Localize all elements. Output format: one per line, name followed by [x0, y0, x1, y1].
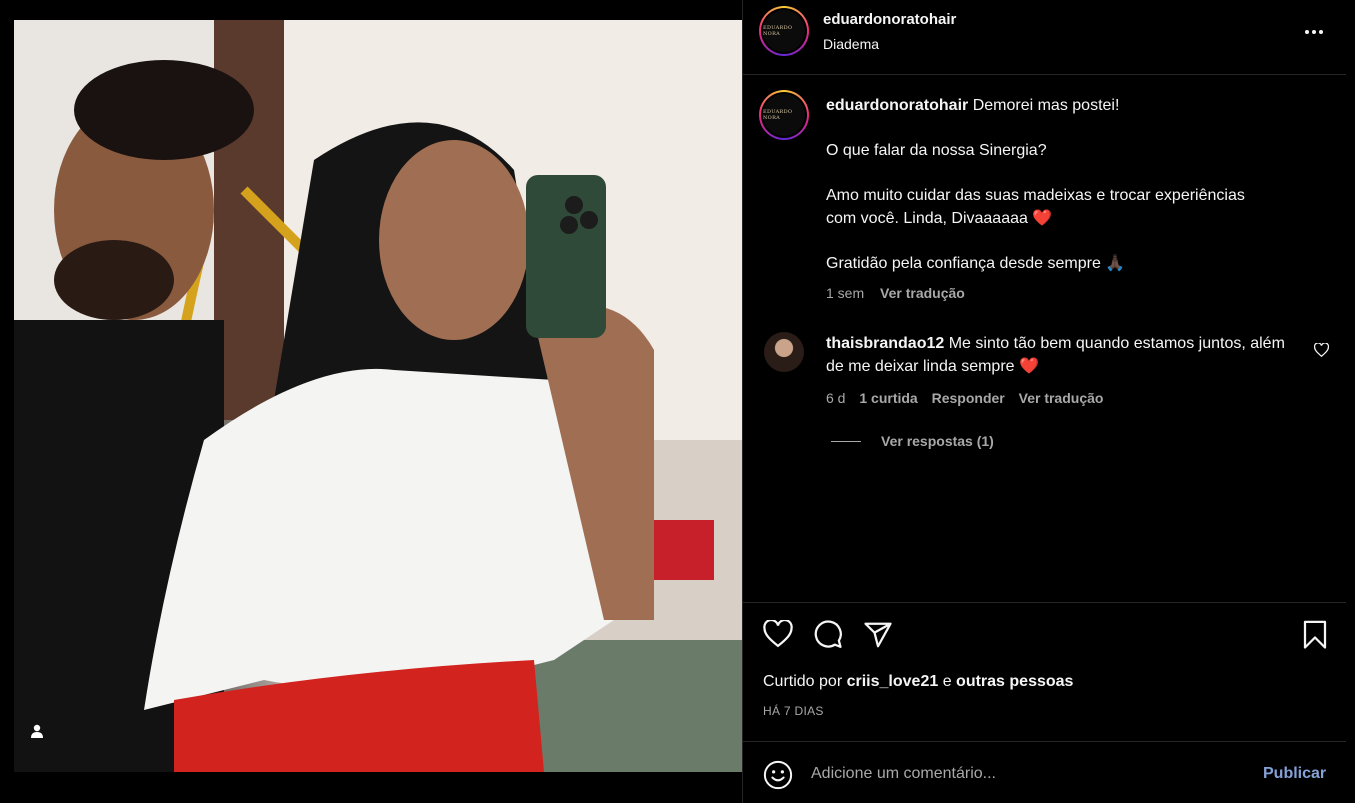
replies-divider: [831, 440, 861, 442]
user-tag-icon: [31, 724, 43, 738]
share-button[interactable]: [863, 620, 893, 655]
likes-summary: Curtido por criis_love21 e outras pessoa…: [763, 673, 1073, 691]
caption-author-avatar[interactable]: EDUARDO NORA: [759, 90, 809, 140]
save-button[interactable]: [1301, 620, 1329, 655]
comment-like-button[interactable]: [1313, 342, 1330, 362]
view-replies-button[interactable]: Ver respostas (1): [831, 433, 994, 449]
author-username[interactable]: eduardonoratohair: [823, 11, 956, 28]
caption-text-3: Amo muito cuidar das suas madeixas e tro…: [826, 187, 1245, 227]
commenter-avatar[interactable]: [764, 332, 804, 372]
post-details-panel: EDUARDO NORA eduardonoratohair Diadema E…: [742, 0, 1347, 803]
likes-others-link[interactable]: outras pessoas: [956, 673, 1073, 690]
comment-meta: 6 d 1 curtida Responder Ver tradução: [826, 390, 1103, 406]
comment-time: 6 d: [826, 390, 846, 406]
caption-translate-link[interactable]: Ver tradução: [880, 285, 965, 301]
more-options-button[interactable]: [1299, 22, 1329, 42]
caption-text-2: O que falar da nossa Sinergia?: [826, 142, 1047, 159]
likes-prefix: Curtido por: [763, 673, 843, 690]
comment-username[interactable]: thaisbrandao12: [826, 335, 944, 352]
user-tag-button[interactable]: [30, 724, 64, 758]
likes-user-link[interactable]: criis_love21: [847, 673, 939, 690]
caption-username[interactable]: eduardonoratohair: [826, 97, 968, 114]
comment-reply-link[interactable]: Responder: [932, 390, 1005, 406]
emoji-icon: [763, 760, 793, 790]
publish-button[interactable]: Publicar: [1263, 765, 1326, 783]
post-photo: [14, 20, 742, 772]
comment-button[interactable]: [813, 620, 843, 655]
caption-time: 1 sem: [826, 285, 865, 301]
post-timestamp[interactable]: HÁ 7 DIAS: [763, 704, 824, 718]
post-header: EDUARDO NORA eduardonoratohair Diadema: [743, 0, 1347, 75]
more-icon: [1305, 30, 1309, 34]
comment-item: thaisbrandao12 Me sinto tão bem quando e…: [826, 332, 1296, 378]
comment-likes-link[interactable]: 1 curtida: [859, 390, 917, 406]
actions-divider: [743, 602, 1347, 603]
likes-joiner: e: [942, 673, 952, 690]
comment-input[interactable]: [811, 762, 1241, 786]
post-image[interactable]: [14, 20, 742, 772]
view-replies-label: Ver respostas (1): [881, 433, 994, 449]
logo-text: EDUARDO NORA: [763, 25, 793, 37]
heart-icon: [763, 618, 793, 648]
share-icon: [864, 622, 892, 648]
caption-text-1: Demorei mas postei!: [972, 97, 1120, 114]
bookmark-icon: [1303, 620, 1327, 649]
post-caption: eduardonoratohair Demorei mas postei! O …: [826, 95, 1276, 275]
author-avatar[interactable]: EDUARDO NORA: [759, 6, 809, 56]
scroll-edge: [1346, 0, 1355, 803]
caption-meta: 1 sem Ver tradução: [826, 285, 965, 301]
heart-icon: [1313, 342, 1330, 358]
add-comment-bar: Publicar: [743, 741, 1347, 803]
comment-icon: [814, 620, 842, 648]
comment-translate-link[interactable]: Ver tradução: [1019, 390, 1104, 406]
caption-text-4: Gratidão pela confiança desde sempre 🙏🏿: [826, 254, 1126, 272]
like-button[interactable]: [763, 618, 793, 653]
post-location[interactable]: Diadema: [823, 36, 879, 52]
emoji-button[interactable]: [763, 760, 793, 795]
